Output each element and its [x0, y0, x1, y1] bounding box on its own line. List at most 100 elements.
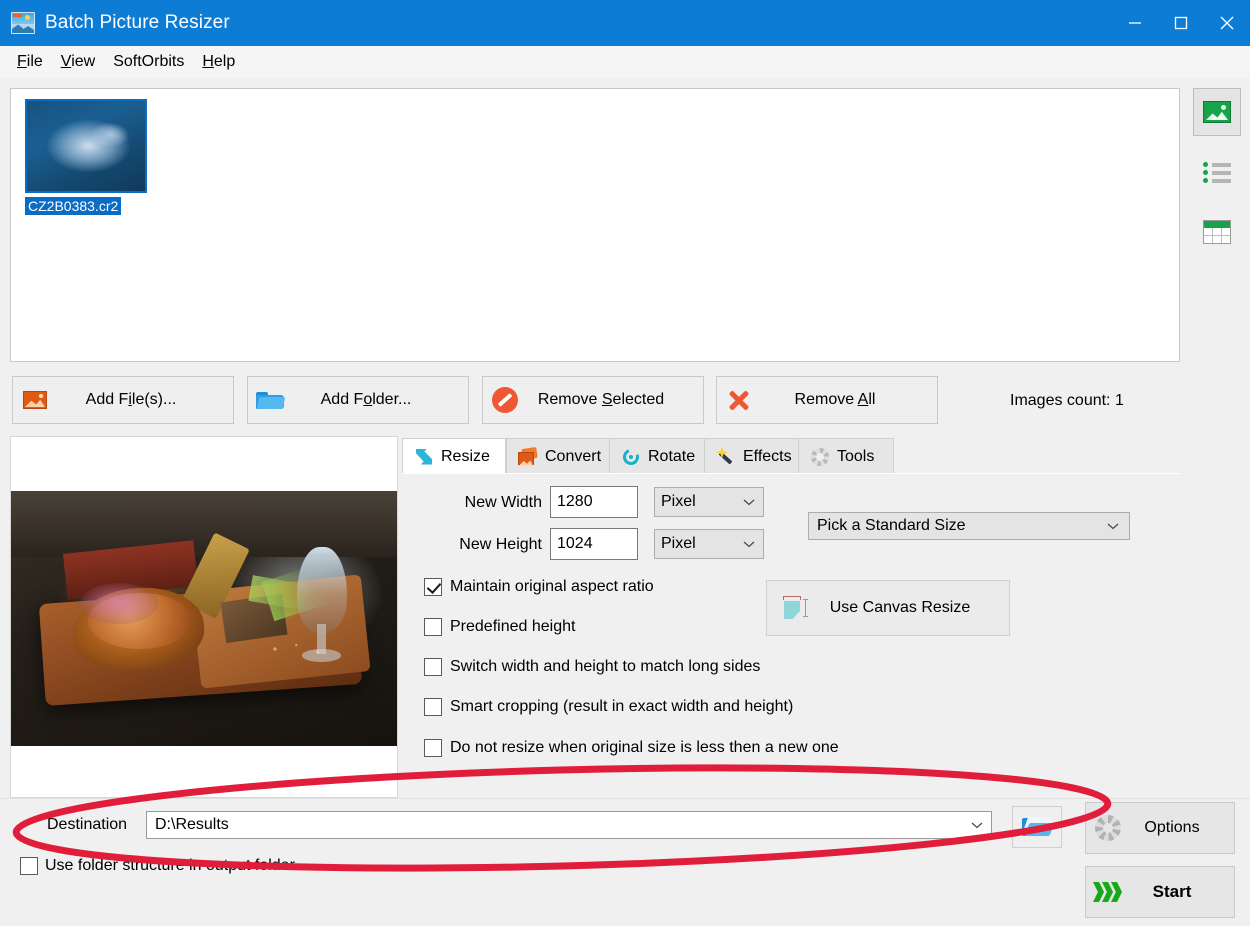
image-preview-panel	[10, 436, 398, 798]
new-height-label: New Height	[459, 536, 542, 553]
chevron-down-icon	[743, 493, 755, 511]
checkbox-switch-width-height[interactable]: Switch width and height to match long si…	[424, 658, 760, 676]
checkbox-label: Switch width and height to match long si…	[450, 658, 761, 675]
open-folder-icon	[1022, 815, 1055, 839]
tab-rotate[interactable]: Rotate	[609, 438, 714, 474]
checkbox-smart-cropping[interactable]: Smart cropping (result in exact width an…	[424, 698, 793, 716]
images-count-label: Images count: 1	[1010, 392, 1124, 409]
menu-file-label: ile	[26, 53, 43, 70]
list-icon	[1203, 161, 1231, 183]
destination-label: Destination	[47, 816, 128, 833]
menu-view-mnemonic: V	[60, 53, 72, 70]
start-button[interactable]: Start	[1085, 866, 1235, 918]
new-height-unit-value: Pixel	[661, 535, 696, 552]
thumbnail-image[interactable]	[25, 99, 147, 193]
destination-input[interactable]: D:\Results	[146, 811, 992, 839]
menu-help-label: elp	[213, 53, 236, 70]
menu-item-softorbits[interactable]: SoftOrbits	[104, 51, 193, 73]
tab-effects[interactable]: Effects	[704, 438, 808, 474]
use-canvas-resize-label: Use Canvas Resize	[829, 599, 971, 616]
file-list[interactable]: CZ2B0383.cr2	[10, 88, 1180, 362]
resize-arrows-icon	[413, 446, 435, 468]
checkbox-use-folder-structure[interactable]: Use folder structure in output folder	[20, 857, 295, 875]
menu-softorbits-label: SoftOrbits	[113, 53, 185, 70]
checkbox-label: Use folder structure in output folder	[45, 857, 295, 874]
browse-folder-button[interactable]	[1012, 806, 1062, 848]
view-mode-buttons	[1193, 88, 1241, 256]
remove-selected-button[interactable]: Remove Selected	[482, 376, 704, 424]
options-label: Options	[1144, 819, 1200, 836]
tab-effects-label: Effects	[743, 447, 792, 465]
add-files-button[interactable]: Add File(s)...	[12, 376, 234, 424]
new-width-input[interactable]: 1280	[550, 486, 638, 518]
tab-tools[interactable]: Tools	[798, 438, 894, 474]
thumbnail-filename: CZ2B0383.cr2	[25, 197, 122, 215]
gear-icon	[1086, 815, 1130, 841]
checkbox-box[interactable]	[424, 739, 442, 757]
checkbox-label: Maintain original aspect ratio	[450, 578, 654, 595]
checkbox-maintain-aspect-ratio[interactable]: Maintain original aspect ratio	[424, 578, 654, 596]
add-folder-label: Add Folder...	[320, 391, 412, 408]
checkbox-box[interactable]	[424, 658, 442, 676]
convert-icon	[517, 446, 539, 468]
close-button[interactable]	[1204, 0, 1250, 46]
thumbnail-view-button[interactable]	[1193, 88, 1241, 136]
tab-convert-label: Convert	[545, 447, 602, 465]
chevron-down-icon	[743, 535, 755, 553]
new-width-unit-value: Pixel	[661, 493, 696, 510]
details-view-button[interactable]	[1193, 208, 1241, 256]
tab-convert[interactable]: Convert	[506, 438, 619, 474]
checkbox-box[interactable]	[20, 857, 38, 875]
window-title: Batch Picture Resizer	[45, 12, 230, 33]
checkbox-box[interactable]	[424, 618, 442, 636]
checkbox-box[interactable]	[424, 698, 442, 716]
grid-icon	[1203, 220, 1231, 245]
green-arrows-icon	[1086, 881, 1130, 903]
checkbox-do-not-resize[interactable]: Do not resize when original size is less…	[424, 739, 839, 757]
menu-item-file[interactable]: File	[8, 51, 52, 73]
menu-help-mnemonic: H	[202, 53, 214, 70]
new-width-unit-select[interactable]: Pixel	[654, 487, 764, 517]
list-item[interactable]: CZ2B0383.cr2	[25, 99, 147, 216]
checkbox-box[interactable]	[424, 578, 442, 596]
new-height-input[interactable]: 1024	[550, 528, 638, 560]
list-view-button[interactable]	[1193, 148, 1241, 196]
magic-wand-icon	[715, 446, 737, 468]
standard-size-value: Pick a Standard Size	[817, 517, 966, 534]
cross-icon	[717, 387, 761, 413]
photo-icon	[13, 391, 57, 409]
application-window: Batch Picture Resizer File View SoftOrbi…	[0, 0, 1250, 926]
preview-image	[11, 491, 397, 746]
maximize-button[interactable]	[1158, 0, 1204, 46]
options-button[interactable]: Options	[1085, 802, 1235, 854]
standard-size-select[interactable]: Pick a Standard Size	[808, 512, 1130, 540]
remove-all-label: Remove All	[794, 391, 876, 408]
use-canvas-resize-button[interactable]: Use Canvas Resize	[766, 580, 1010, 636]
menu-item-help[interactable]: Help	[193, 51, 244, 73]
gear-icon	[809, 446, 831, 468]
tab-resize-label: Resize	[441, 447, 490, 465]
deny-icon	[483, 387, 527, 413]
new-height-unit-select[interactable]: Pixel	[654, 529, 764, 559]
tab-tools-label: Tools	[837, 447, 875, 465]
checkbox-label: Predefined height	[450, 618, 576, 635]
rotate-icon	[620, 446, 642, 468]
canvas-resize-icon	[781, 595, 811, 621]
tab-strip: Resize Convert Rotate Effects Tools	[402, 438, 1180, 474]
photo-icon	[1203, 101, 1231, 123]
chevron-down-icon[interactable]	[971, 816, 983, 834]
remove-selected-label: Remove Selected	[537, 391, 665, 408]
menu-item-view[interactable]: View	[52, 51, 104, 73]
app-icon	[11, 12, 35, 34]
minimize-button[interactable]	[1112, 0, 1158, 46]
start-label: Start	[1152, 882, 1192, 901]
tab-resize[interactable]: Resize	[402, 438, 506, 474]
add-folder-button[interactable]: Add Folder...	[247, 376, 469, 424]
remove-all-button[interactable]: Remove All	[716, 376, 938, 424]
checkbox-label: Smart cropping (result in exact width an…	[450, 698, 794, 715]
new-width-label: New Width	[464, 494, 542, 511]
destination-value: D:\Results	[155, 816, 229, 833]
checkbox-predefined-height[interactable]: Predefined height	[424, 618, 575, 636]
tab-rotate-label: Rotate	[648, 447, 696, 465]
title-bar: Batch Picture Resizer	[0, 0, 1250, 46]
